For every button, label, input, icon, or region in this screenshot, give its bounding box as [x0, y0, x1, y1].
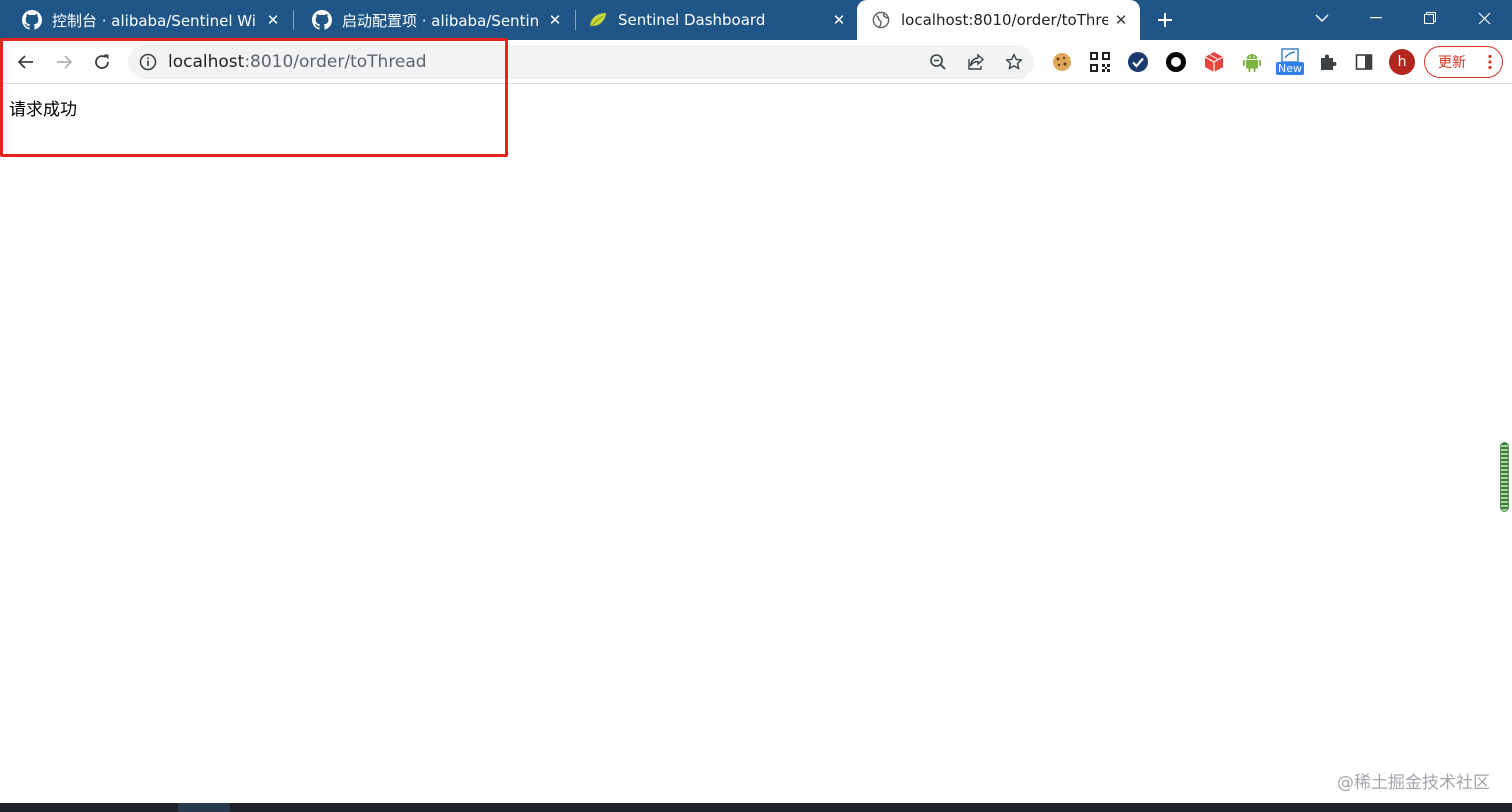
android-extension-icon[interactable] [1240, 50, 1264, 74]
url-path: :8010/order/toThread [244, 52, 427, 72]
avatar-initial: h [1397, 54, 1407, 70]
close-tab-icon[interactable]: ✕ [546, 11, 564, 29]
bookmark-star-icon[interactable] [1003, 51, 1025, 73]
tab-title: localhost:8010/order/toThread [901, 11, 1108, 29]
taskbar-active-item[interactable] [178, 803, 230, 812]
close-tab-icon[interactable]: ✕ [264, 11, 282, 29]
cookie-extension-icon[interactable] [1050, 50, 1074, 74]
tab-title: 启动配置项 · alibaba/Sentinel W [342, 11, 538, 30]
spring-leaf-icon [588, 10, 608, 30]
reload-icon[interactable] [88, 48, 116, 76]
back-icon[interactable] [12, 48, 40, 76]
tab-sentinel-wiki-config[interactable]: 启动配置项 · alibaba/Sentinel W ✕ [290, 0, 574, 40]
watermark: @稀土掘金技术社区 [1337, 773, 1490, 793]
new-extension-icon[interactable]: New [1274, 48, 1306, 78]
response-text: 请求成功 [9, 100, 77, 120]
new-tab-button[interactable] [1150, 6, 1180, 34]
url-text: localhost:8010/order/toThread [168, 52, 427, 72]
update-button[interactable]: 更新 [1424, 46, 1503, 78]
site-info-icon[interactable] [138, 52, 158, 72]
checkmark-extension-icon[interactable] [1126, 50, 1150, 74]
qr-code-extension-icon[interactable] [1088, 50, 1112, 74]
ring-extension-icon[interactable] [1164, 50, 1188, 74]
tab-strip: 控制台 · alibaba/Sentinel Wiki · ✕ 启动配置项 · … [0, 0, 1512, 40]
tab-sentinel-wiki-console[interactable]: 控制台 · alibaba/Sentinel Wiki · ✕ [0, 0, 292, 40]
tab-title: 控制台 · alibaba/Sentinel Wiki · [52, 11, 256, 30]
forward-icon[interactable] [50, 48, 78, 76]
update-label: 更新 [1438, 55, 1466, 71]
close-tab-icon[interactable]: ✕ [1112, 11, 1130, 29]
cube-extension-icon[interactable] [1202, 50, 1226, 74]
minimize-icon[interactable] [1350, 0, 1402, 36]
tab-search-chevron-icon[interactable] [1296, 0, 1348, 36]
window-close-icon[interactable] [1458, 0, 1510, 36]
profile-avatar[interactable]: h [1389, 49, 1415, 75]
address-bar[interactable]: localhost:8010/order/toThread [128, 45, 1034, 79]
zoom-out-icon[interactable] [927, 51, 949, 73]
extensions-puzzle-icon[interactable] [1316, 50, 1340, 74]
tab-localhost-order[interactable]: localhost:8010/order/toThread ✕ [857, 0, 1140, 40]
side-panel-icon[interactable] [1352, 50, 1376, 74]
tab-title: Sentinel Dashboard [618, 11, 766, 29]
close-tab-icon[interactable]: ✕ [830, 11, 848, 29]
github-icon [312, 10, 332, 30]
new-badge: New [1276, 62, 1304, 75]
restore-icon[interactable] [1404, 0, 1456, 36]
globe-icon [871, 10, 891, 30]
url-host: localhost [168, 52, 245, 72]
github-icon [22, 10, 42, 30]
share-icon[interactable] [965, 51, 987, 73]
os-taskbar [0, 803, 1512, 812]
scrollbar-thumb[interactable] [1500, 442, 1509, 512]
menu-kebab-icon [1488, 54, 1492, 70]
tab-sentinel-dashboard[interactable]: Sentinel Dashboard ✕ [566, 0, 858, 40]
